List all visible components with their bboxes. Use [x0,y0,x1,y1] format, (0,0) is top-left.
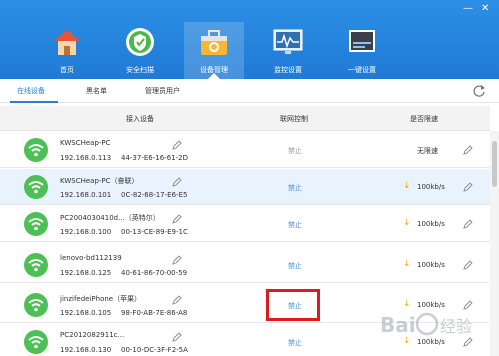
nav-one-click-settings[interactable]: 一键设置 [332,22,392,79]
edit-pencil-icon[interactable] [172,177,182,187]
device-mac: 40-61-86-70-00-59 [121,269,188,277]
block-link[interactable]: 禁止 [288,146,302,156]
shield-icon [126,28,154,56]
column-header-network-control: 联网控制 [280,115,308,123]
device-mac: 44-37-E6-16-61-2D [121,154,188,162]
block-link[interactable]: 禁止 [288,183,302,193]
nav-label: 监控设置 [274,66,302,74]
nav-label: 安全扫描 [126,66,154,74]
close-button[interactable]: ✕ [481,4,489,14]
active-tab-indicator [10,101,58,103]
speed-limit-value: 无限速 [417,147,438,155]
device-ip: 192.168.0.130 [60,346,112,354]
tab-bar: 在线设备 黑名单 管理员用户 [0,79,499,103]
nav-monitor-settings[interactable]: 监控设置 [258,22,318,79]
edit-pencil-icon[interactable] [463,260,473,270]
table-header: 接入设备 联网控制 是否限速 [0,106,490,131]
table-row: KWSCHeap-PC（奋联） 192.168.0.101 0C-82-68-1… [0,169,490,205]
device-mac: 00-13-CE-89-E9-1C [121,228,188,236]
table-row: PC2004030410d...（英特尔） 192.168.0.100 00-1… [0,206,490,242]
device-name: lenovo-bd112139 [60,254,122,262]
highlight-box [266,289,320,321]
speed-limit-value: 100kb/s [417,220,445,228]
table-row: KWSCHeap-PC 192.168.0.113 44-37-E6-16-61… [0,132,490,168]
wifi-icon [24,175,48,199]
device-ip: 192.168.0.100 [60,228,112,236]
device-mac: 00-10-DC-3F-F2-5A [121,346,188,354]
nav-device-management[interactable]: 设备管理 [184,22,244,79]
top-header: — ✕ 首页 安全扫描 设备管理 监控设置 一键设置 [0,0,499,79]
edit-pencil-icon[interactable] [172,332,182,342]
edit-pencil-icon[interactable] [172,295,182,305]
speed-limit-value: 100kb/s [417,183,445,191]
wifi-icon [24,253,48,277]
wifi-icon [24,330,48,354]
speed-limit-arrow-icon: ↓ [403,181,411,191]
vertical-scrollbar[interactable] [490,131,499,356]
edit-pencil-icon[interactable] [172,255,182,265]
device-name: KWSCHeap-PC [60,139,111,147]
edit-pencil-icon[interactable] [172,214,182,224]
wifi-icon [24,138,48,162]
speed-limit-arrow-icon: ↓ [403,218,411,228]
baidu-watermark-logo: Bai 经验 [380,312,472,337]
nav-home[interactable]: 首页 [37,22,97,79]
router-icon [349,30,375,52]
house-icon [54,30,80,55]
column-header-device: 接入设备 [126,115,154,123]
device-name: jinzifedeiPhone（苹果） [60,295,142,303]
device-mac: 98-F0-AB-7E-86-A8 [121,309,188,317]
svg-text:Bai: Bai [380,313,416,337]
monitor-icon [273,29,303,54]
edit-pencil-icon[interactable] [463,219,473,229]
nav-label: 首页 [60,66,74,74]
block-link[interactable]: 禁止 [288,338,302,348]
device-ip: 192.168.0.101 [60,191,112,199]
tab-blacklist[interactable]: 黑名单 [86,86,107,96]
block-link[interactable]: 禁止 [288,261,302,271]
speed-limit-arrow-icon: ↓ [403,259,411,269]
block-link[interactable]: 禁止 [288,220,302,230]
wifi-icon [24,212,48,236]
scrollbar-thumb[interactable] [492,141,497,187]
nav-label: 一键设置 [348,66,376,74]
svg-text:经验: 经验 [440,317,472,336]
toolbox-icon [201,30,227,55]
device-ip: 192.168.0.125 [60,269,112,277]
table-row: lenovo-bd112139 192.168.0.125 40-61-86-7… [0,247,490,283]
nav-label: 设备管理 [200,66,228,74]
edit-pencil-icon[interactable] [463,145,473,155]
refresh-icon[interactable] [472,84,486,98]
wifi-icon [24,293,48,317]
minimize-button[interactable]: — [463,4,473,14]
device-ip: 192.168.0.105 [60,309,112,317]
tab-online-devices[interactable]: 在线设备 [17,86,45,96]
device-name: PC2012082911c... [60,331,125,339]
tab-admin-users[interactable]: 管理员用户 [145,86,180,96]
edit-pencil-icon[interactable] [463,182,473,192]
device-name: KWSCHeap-PC（奋联） [60,177,139,185]
device-mac: 0C-82-68-17-E6-E5 [121,191,188,199]
speed-limit-value: 100kb/s [417,261,445,269]
column-header-speed-limit: 是否限速 [410,115,438,123]
device-ip: 192.168.0.113 [60,154,112,162]
nav-security-scan[interactable]: 安全扫描 [110,22,170,79]
edit-pencil-icon[interactable] [172,140,182,150]
device-name: PC2004030410d...（英特尔） [60,214,160,222]
